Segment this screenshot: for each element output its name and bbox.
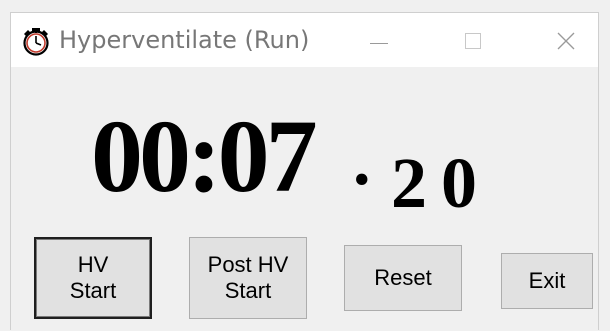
timer-separator: . — [353, 123, 371, 200]
timer-minutes-seconds: 00:07 — [91, 99, 318, 214]
post-hv-start-label-line1: Post HV — [207, 252, 289, 277]
app-window: Hyperventilate (Run) 00:07 . 20 HV Start — [10, 12, 599, 331]
reset-button[interactable]: Reset — [344, 245, 462, 311]
hv-start-label-line1: HV — [77, 252, 109, 277]
close-icon — [557, 32, 575, 50]
timer-hundredths: 20 — [391, 143, 491, 223]
exit-button[interactable]: Exit — [501, 253, 593, 309]
post-hv-start-button[interactable]: Post HV Start — [189, 237, 307, 319]
maximize-button[interactable] — [451, 23, 495, 59]
stopwatch-icon — [23, 28, 49, 56]
client-area: 00:07 . 20 HV Start Post HV Start Reset … — [11, 67, 598, 331]
hv-start-label-line2: Start — [69, 278, 117, 303]
title-bar[interactable]: Hyperventilate (Run) — [11, 13, 598, 67]
elapsed-time-display: 00:07 . 20 — [91, 99, 531, 220]
close-button[interactable] — [544, 23, 588, 59]
reset-label: Reset — [374, 265, 432, 290]
minimize-icon — [370, 42, 388, 44]
exit-label: Exit — [528, 268, 566, 293]
post-hv-start-label-line2: Start — [224, 278, 272, 303]
minimize-button[interactable] — [357, 23, 401, 59]
hv-start-button[interactable]: HV Start — [34, 237, 152, 319]
window-title: Hyperventilate (Run) — [59, 26, 310, 54]
maximize-icon — [465, 33, 481, 49]
